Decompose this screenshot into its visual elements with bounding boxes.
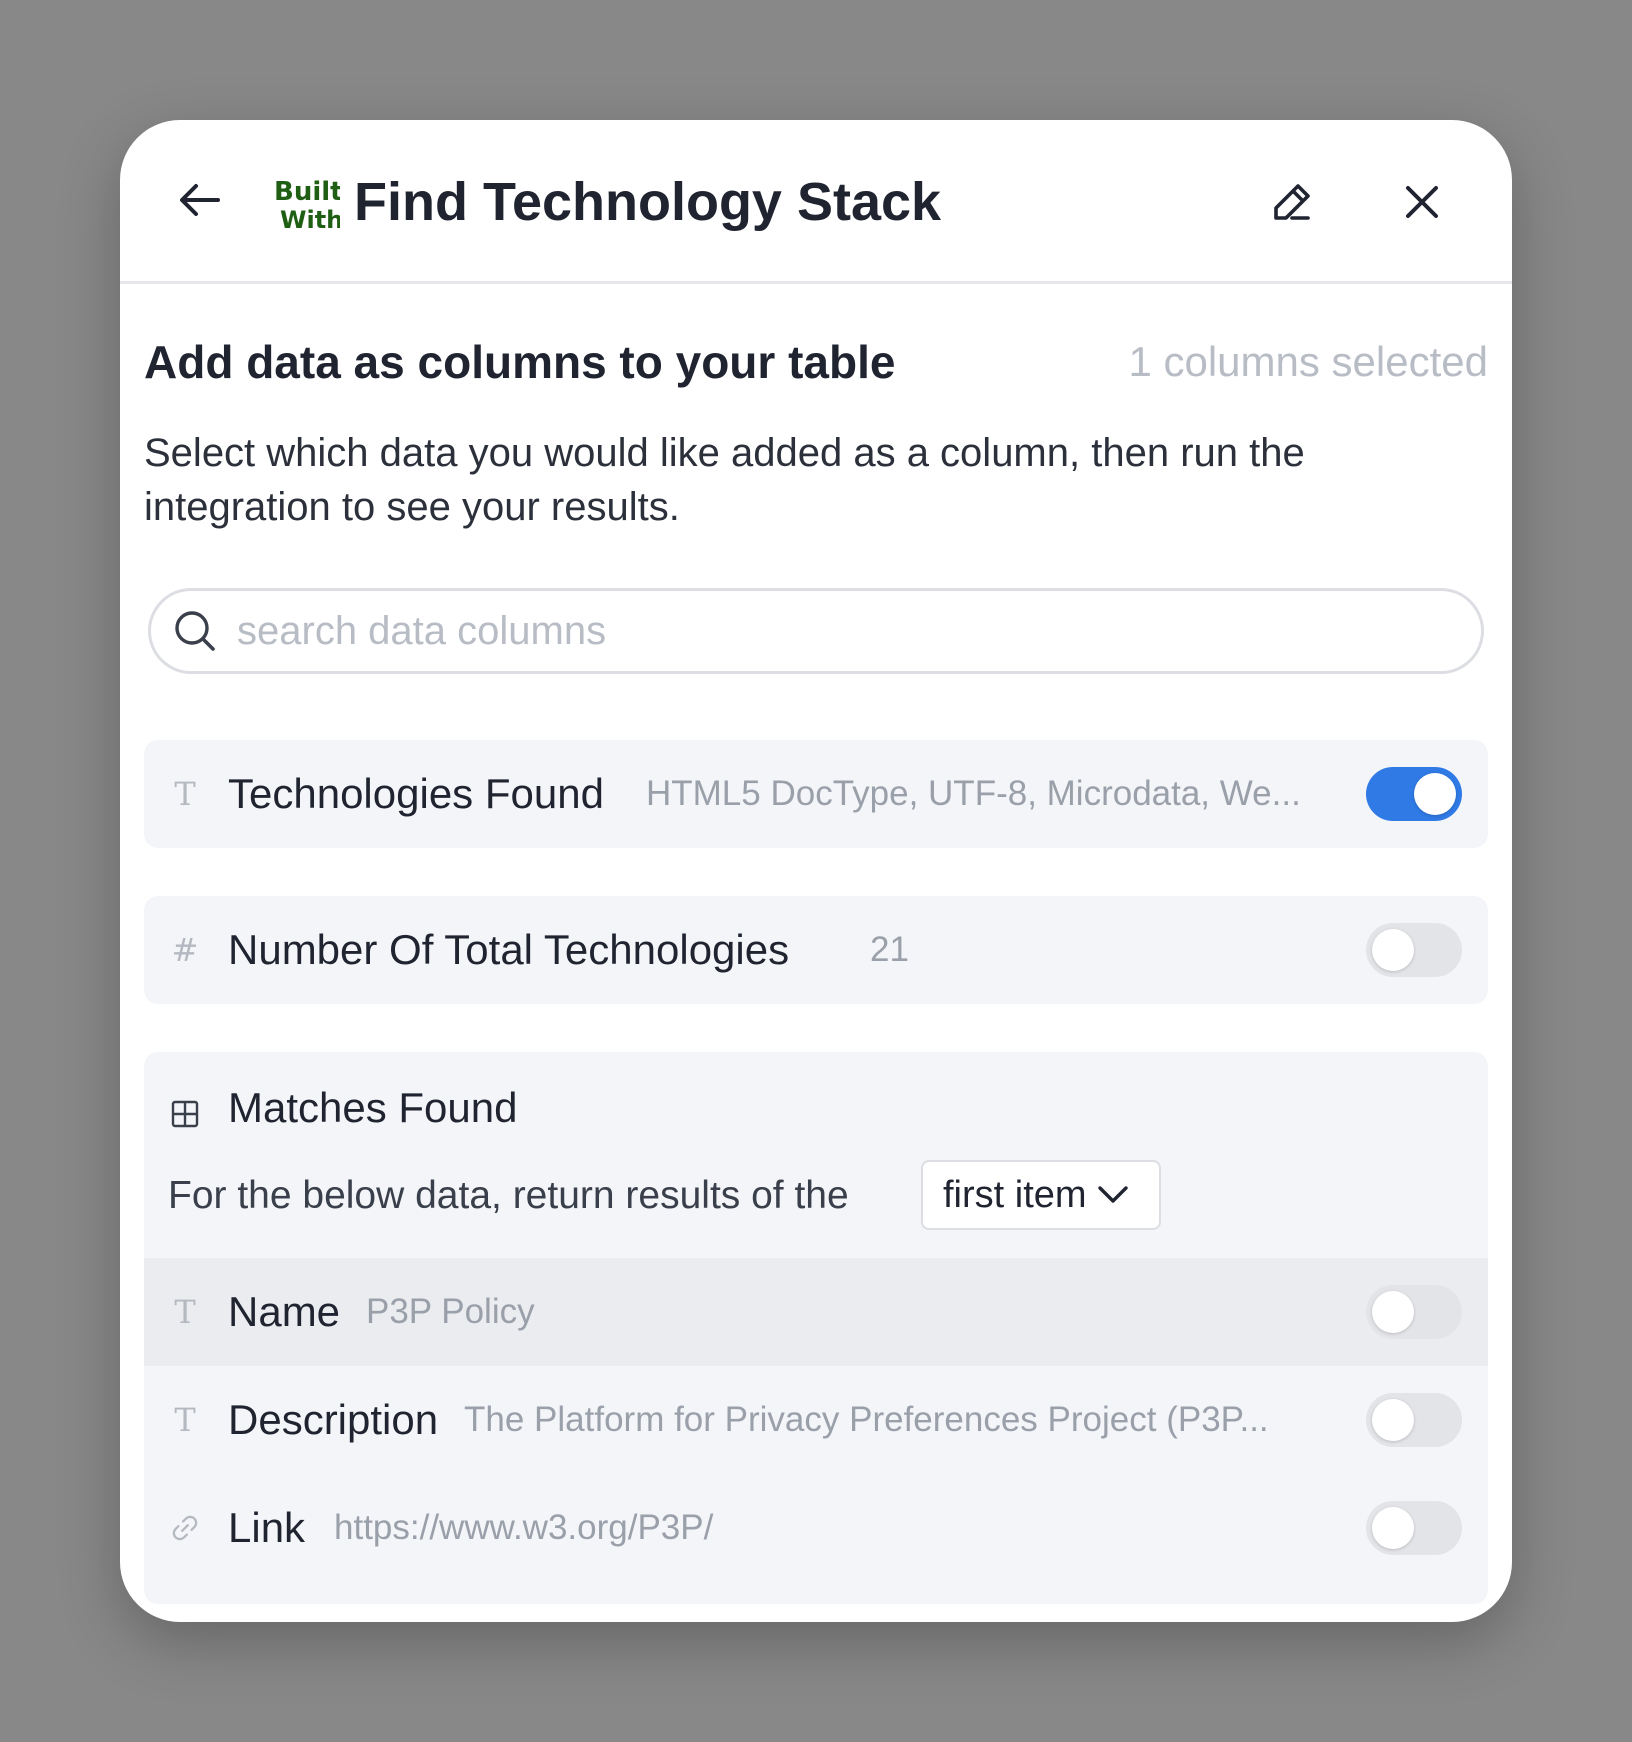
builtwith-logo: Built With (274, 176, 343, 234)
column-label: Technologies Found (228, 770, 604, 817)
field-label: Name (228, 1288, 341, 1335)
field-toggle[interactable] (1366, 1285, 1462, 1339)
column-sample-value: 21 (870, 930, 909, 969)
selected-count-label: 1 columns selected (1128, 338, 1488, 385)
number-type-icon: # (171, 931, 199, 969)
pencil-icon (1270, 180, 1314, 229)
close-button[interactable] (1394, 176, 1450, 232)
back-button[interactable] (170, 172, 230, 232)
field-toggle[interactable] (1366, 1501, 1462, 1555)
search-box (148, 588, 1484, 674)
column-toggle[interactable] (1366, 767, 1462, 821)
toggle-knob (1414, 773, 1456, 815)
arrow-left-icon (178, 182, 222, 223)
matches-found-label: Matches Found (228, 1084, 518, 1131)
column-option-technologies-found: T Technologies Found HTML5 DocType, UTF-… (144, 740, 1488, 848)
modal-dialog: Built With Find Technology Stack Add dat… (120, 120, 1512, 1622)
close-icon (1402, 182, 1442, 227)
search-input[interactable] (235, 607, 1439, 655)
table-type-icon (170, 1094, 200, 1134)
column-row: # Number Of Total Technologies 21 (144, 896, 1488, 1004)
edit-button[interactable] (1264, 176, 1320, 232)
text-type-icon: T (174, 775, 196, 813)
link-type-icon (170, 1508, 200, 1548)
toggle-knob (1372, 1507, 1414, 1549)
column-sample-value: HTML5 DocType, UTF-8, Microdata, We... (646, 774, 1301, 813)
field-sample-value: P3P Policy (366, 1292, 535, 1331)
modal-header: Built With Find Technology Stack (120, 120, 1512, 284)
search-icon (173, 609, 217, 653)
result-item-dropdown[interactable]: first item (921, 1160, 1161, 1230)
toggle-knob (1372, 1291, 1414, 1333)
section-heading: Add data as columns to your table (144, 336, 896, 388)
text-type-icon: T (174, 1401, 196, 1439)
column-row: T Technologies Found HTML5 DocType, UTF-… (144, 740, 1488, 848)
field-row-description: T Description The Platform for Privacy P… (144, 1366, 1488, 1474)
svg-text:Built: Built (274, 177, 340, 207)
field-toggle[interactable] (1366, 1393, 1462, 1447)
dropdown-selected-value: first item (943, 1173, 1087, 1216)
matches-found-group: Matches Found For the below data, return… (144, 1052, 1488, 1604)
modal-title: Find Technology Stack (354, 172, 942, 232)
toggle-knob (1372, 1399, 1414, 1441)
column-label: Number Of Total Technologies (228, 926, 790, 973)
chevron-down-icon (1095, 1177, 1131, 1213)
toggle-knob (1372, 929, 1414, 971)
column-option-number-of-total-technologies: # Number Of Total Technologies 21 (144, 896, 1488, 1004)
instructions-text: Select which data you would like added a… (144, 431, 1305, 529)
text-type-icon: T (174, 1293, 196, 1331)
field-label: Description (228, 1396, 439, 1443)
column-toggle[interactable] (1366, 923, 1462, 977)
field-label: Link (228, 1504, 306, 1551)
field-sample-value: https://www.w3.org/P3P/ (334, 1508, 714, 1547)
field-sample-value: The Platform for Privacy Preferences Pro… (464, 1400, 1269, 1439)
return-results-text: For the below data, return results of th… (168, 1174, 849, 1217)
field-row-link: Link https://www.w3.org/P3P/ (144, 1474, 1488, 1582)
field-row-name: T Name P3P Policy (144, 1258, 1488, 1366)
svg-text:With: With (280, 206, 340, 232)
